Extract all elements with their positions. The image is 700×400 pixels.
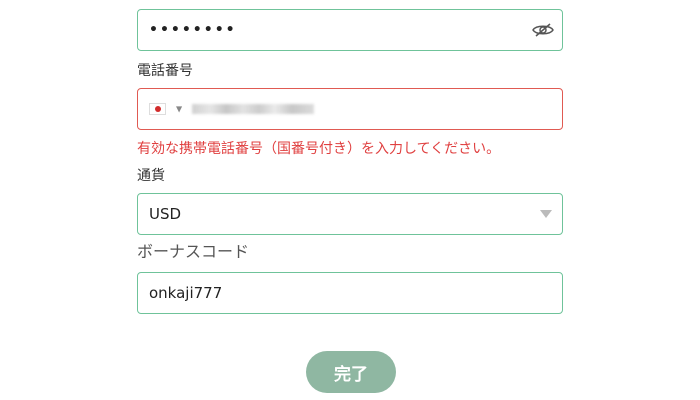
bonus-code-label: ボーナスコード [137,242,250,261]
chevron-down-icon[interactable] [540,210,552,218]
chevron-down-icon[interactable]: ▼ [176,105,182,114]
bonus-code-input[interactable]: onkaji777 [137,272,563,314]
currency-select[interactable]: USD [137,193,563,235]
done-button[interactable]: 完了 [306,351,396,393]
phone-error-message: 有効な携帯電話番号（国番号付き）を入力してください。 [137,141,501,157]
eye-slash-icon[interactable] [532,22,554,38]
currency-selected-value: USD [149,205,182,223]
registration-form: •••••••• 電話番号 ▼ 有効な携帯電話番号（国番号付き）を入力してくださ… [0,0,700,400]
phone-label: 電話番号 [137,63,193,79]
currency-label: 通貨 [137,168,165,184]
phone-number-value-obscured [192,104,314,114]
password-value: •••••••• [149,22,237,38]
phone-field[interactable]: ▼ [137,88,563,130]
password-field[interactable]: •••••••• [137,9,563,51]
bonus-code-value: onkaji777 [149,284,223,302]
japan-flag-icon[interactable] [149,103,166,115]
